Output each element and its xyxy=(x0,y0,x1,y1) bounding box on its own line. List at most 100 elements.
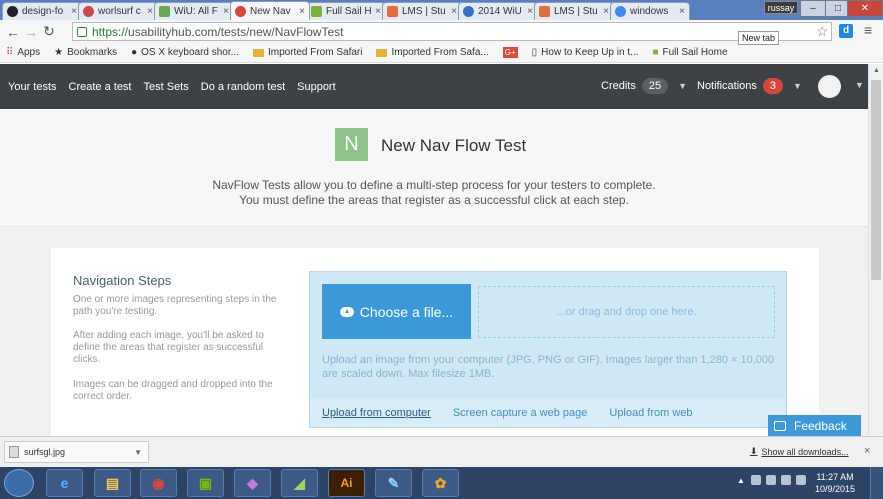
feedback-button[interactable]: Feedback xyxy=(768,415,861,436)
notes-icon[interactable]: ✎ xyxy=(375,469,412,497)
show-desktop-button[interactable] xyxy=(870,467,883,499)
tab-8[interactable]: windows × xyxy=(610,2,690,20)
close-icon[interactable]: × xyxy=(603,6,609,17)
forward-arrow-icon[interactable]: → xyxy=(22,24,40,40)
github-icon[interactable]: ◆ xyxy=(234,469,271,497)
test-type-badge: N xyxy=(335,128,368,161)
page-scrollbar[interactable]: ▲ xyxy=(868,64,883,436)
tab-label: LMS | Stu xyxy=(402,6,446,17)
description-line: NavFlow Tests allow you to define a mult… xyxy=(212,178,656,192)
bookmark-folder-safari-2[interactable]: Imported From Safa... xyxy=(376,47,489,58)
bookmark-label: Apps xyxy=(17,47,41,58)
steps-help-3: Images can be dragged and dropped into t… xyxy=(73,379,273,402)
test-description: NavFlow Tests allow you to define a mult… xyxy=(0,178,868,208)
bookmark-google-plus[interactable]: G+ xyxy=(502,47,518,58)
tab-1[interactable]: worlsurf c × xyxy=(78,2,158,20)
close-icon[interactable]: × xyxy=(527,6,533,17)
minimize-button[interactable]: – xyxy=(800,0,826,17)
bookmark-bookmarks[interactable]: ★ Bookmarks xyxy=(54,47,117,58)
page-title: New Nav Flow Test xyxy=(381,136,527,155)
chrome-menu-icon[interactable]: ≡ xyxy=(864,22,872,38)
chevron-down-icon[interactable]: ▼ xyxy=(134,448,142,457)
scroll-up-icon[interactable]: ▲ xyxy=(869,64,883,78)
start-button[interactable] xyxy=(4,469,34,497)
show-all-downloads-link[interactable]: ⬇ Show all downloads... xyxy=(750,446,849,457)
bookmark-folder-safari[interactable]: Imported From Safari xyxy=(252,47,362,58)
system-tray: ▲ xyxy=(737,475,811,485)
tab-7[interactable]: LMS | Stu × xyxy=(534,2,614,20)
chevron-down-icon: ▼ xyxy=(678,81,688,91)
description-line: You must define the areas that register … xyxy=(239,193,629,207)
steps-help-1: One or more images representing steps in… xyxy=(73,294,277,317)
tray-arrow-icon[interactable]: ▲ xyxy=(737,476,745,485)
clock[interactable]: 11:27 AM 10/9/2015 xyxy=(815,471,855,495)
close-window-button[interactable]: ✕ xyxy=(847,0,883,17)
tab-4[interactable]: Full Sail H × xyxy=(306,2,386,20)
illustrator-icon[interactable]: Ai xyxy=(328,469,365,497)
file-explorer-icon[interactable]: ▤ xyxy=(94,469,131,497)
tab-upload-from-web[interactable]: Upload from web xyxy=(609,407,692,419)
bookmark-star-icon[interactable]: ☆ xyxy=(816,23,829,40)
close-icon[interactable]: × xyxy=(679,6,685,17)
drop-zone[interactable]: ...or drag and drop one here. xyxy=(478,286,775,338)
tray-app-icon[interactable] xyxy=(765,475,776,485)
close-icon[interactable]: × xyxy=(223,6,229,17)
reload-icon[interactable]: ↻ xyxy=(40,23,58,40)
back-arrow-icon[interactable]: ← xyxy=(4,24,22,40)
bookmark-apps[interactable]: ⠿ Apps xyxy=(6,47,40,58)
internet-explorer-icon[interactable]: e xyxy=(46,469,83,497)
site-favicon-icon xyxy=(235,5,246,17)
close-icon[interactable]: × xyxy=(299,6,305,17)
nav-your-tests[interactable]: Your tests xyxy=(8,81,57,93)
volume-icon[interactable] xyxy=(795,475,806,485)
tray-app-icon[interactable] xyxy=(750,475,761,485)
choose-file-button[interactable]: Choose a file... xyxy=(322,284,471,339)
tab-5[interactable]: LMS | Stu × xyxy=(382,2,462,20)
tab-2[interactable]: WiU: All F × xyxy=(154,2,234,20)
file-icon xyxy=(9,446,19,458)
bookmark-full-sail[interactable]: ■ Full Sail Home xyxy=(652,47,727,58)
tab-upload-from-computer[interactable]: Upload from computer xyxy=(322,407,431,419)
chrome-icon[interactable]: ◉ xyxy=(140,469,177,497)
site-favicon-icon xyxy=(311,6,322,17)
paint-icon[interactable]: ✿ xyxy=(422,469,459,497)
chevron-down-icon[interactable]: ▼ xyxy=(855,80,864,90)
show-all-label: Show all downloads... xyxy=(761,446,849,457)
close-icon[interactable]: × xyxy=(147,6,153,17)
bookmarks-bar: ⠿ Apps ★ Bookmarks ● OS X keyboard shor... … xyxy=(0,43,883,63)
tab-3[interactable]: New Nav × xyxy=(230,1,310,20)
nvidia-icon[interactable]: ▣ xyxy=(187,469,224,497)
download-item[interactable]: surfsgl.jpg ▼ xyxy=(4,441,149,463)
dreamweaver-icon[interactable]: ◢ xyxy=(281,469,318,497)
nav-random-test[interactable]: Do a random test xyxy=(201,81,285,93)
site-favicon-icon xyxy=(83,6,94,17)
avatar[interactable] xyxy=(818,75,841,98)
credits-menu[interactable]: Credits 25 ▼ xyxy=(601,78,687,94)
nav-support[interactable]: Support xyxy=(297,81,336,93)
tab-0[interactable]: design-fo × xyxy=(2,2,82,20)
clock-date: 10/9/2015 xyxy=(815,484,856,494)
tab-screen-capture[interactable]: Screen capture a web page xyxy=(453,407,588,419)
network-icon[interactable] xyxy=(780,475,791,485)
bookmark-osx-keyboard[interactable]: ● OS X keyboard shor... xyxy=(131,47,239,58)
site-favicon-icon xyxy=(387,6,398,17)
bookmark-label: OS X keyboard shor... xyxy=(141,47,239,58)
address-bar[interactable]: https://usabilityhub.com/tests/new/NavFl… xyxy=(72,22,832,41)
nav-create-test[interactable]: Create a test xyxy=(69,81,132,93)
bookmark-how-to-keep-up[interactable]: ▯ How to Keep Up in t... xyxy=(532,47,639,58)
scroll-thumb[interactable] xyxy=(871,80,881,280)
close-icon[interactable]: × xyxy=(864,445,870,457)
notifications-menu[interactable]: Notifications 3 ▼ xyxy=(697,78,802,94)
site-favicon-icon xyxy=(539,6,550,17)
nav-test-sets[interactable]: Test Sets xyxy=(144,81,189,93)
close-icon[interactable]: × xyxy=(451,6,457,17)
site-navbar: Your tests Create a test Test Sets Do a … xyxy=(0,64,868,109)
close-icon[interactable]: × xyxy=(375,6,381,17)
steps-title: Navigation Steps xyxy=(73,273,172,288)
folder-icon xyxy=(376,48,388,57)
extension-icon[interactable]: d xyxy=(839,24,853,38)
bookmark-label: Imported From Safa... xyxy=(391,47,489,58)
close-icon[interactable]: × xyxy=(71,6,77,17)
download-arrow-icon: ⬇ xyxy=(750,446,758,456)
tab-6[interactable]: 2014 WiU × xyxy=(458,2,538,20)
